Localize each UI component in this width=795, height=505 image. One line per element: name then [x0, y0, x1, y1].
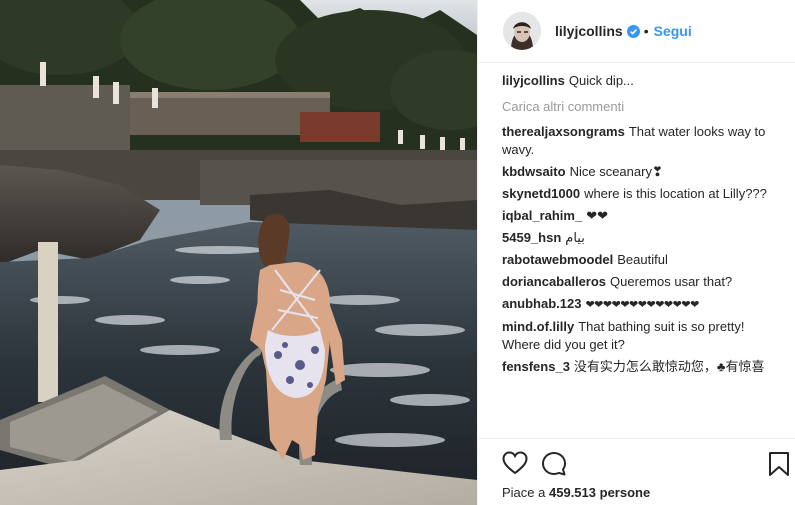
load-more-comments-button[interactable]: Carica altri commenti	[502, 99, 772, 114]
comment-username[interactable]: fensfens_3	[502, 359, 570, 374]
comments-list: lilyjcollins Quick dip... Carica altri co…	[502, 72, 772, 380]
likes-prefix: Piace a	[502, 485, 546, 500]
comment-text: Nice sceanary❣	[569, 164, 663, 179]
comment-username[interactable]: anubhab.123	[502, 296, 581, 311]
avatar-image	[503, 12, 541, 50]
comment-item: anubhab.123 ❤❤❤❤❤❤❤❤❤❤❤❤❤	[502, 295, 772, 314]
comment-username[interactable]: therealjaxsongrams	[502, 124, 625, 139]
comment-username[interactable]: skynetd1000	[502, 186, 580, 201]
heart-icon[interactable]	[502, 451, 528, 480]
post-sidebar: lilyjcollins • Segui lilyjcollins Quick d…	[477, 0, 795, 505]
comment-text: بيام	[565, 230, 585, 245]
post-caption: lilyjcollins Quick dip...	[502, 72, 772, 90]
verified-badge-icon	[626, 24, 640, 38]
post-photo[interactable]	[0, 0, 477, 505]
separator-dot: •	[643, 23, 649, 39]
comment-text: ❤❤❤❤❤❤❤❤❤❤❤❤❤	[585, 299, 699, 311]
post-header: lilyjcollins • Segui	[478, 0, 795, 63]
comment-bubble-icon[interactable]	[541, 451, 567, 482]
comment-item: doriancaballeros Queremos usar that?	[502, 273, 772, 291]
comment-item: kbdwsaito Nice sceanary❣	[502, 163, 772, 181]
follow-button[interactable]: Segui	[654, 23, 692, 39]
comment-text: where is this location at Lilly???	[584, 186, 767, 201]
bookmark-icon[interactable]	[768, 451, 790, 482]
post-actions: Piace a 459.513 persone	[478, 438, 795, 505]
comment-item: fensfens_3 没有实力怎么敢惊动您，♣有惊喜	[502, 358, 772, 376]
caption-username[interactable]: lilyjcollins	[502, 73, 565, 88]
comment-item: skynetd1000 where is this location at Lil…	[502, 185, 772, 203]
comment-text: ❤❤	[586, 208, 608, 223]
comment-username[interactable]: mind.of.lilly	[502, 319, 574, 334]
likes-suffix: persone	[599, 485, 651, 500]
post-author-username[interactable]: lilyjcollins	[555, 23, 623, 39]
comment-item: mind.of.lilly That bathing suit is so pre…	[502, 318, 772, 354]
photo-scene	[0, 0, 477, 505]
avatar[interactable]	[503, 12, 541, 50]
comment-item: 5459_hsn بيام	[502, 229, 772, 247]
comment-text: Queremos usar that?	[610, 274, 733, 289]
comment-item: iqbal_rahim_ ❤❤	[502, 207, 772, 225]
comment-username[interactable]: iqbal_rahim_	[502, 208, 582, 223]
likes-count: 459.513	[549, 485, 596, 500]
comment-item: therealjaxsongrams That water looks way t…	[502, 123, 772, 159]
comment-username[interactable]: kbdwsaito	[502, 164, 566, 179]
likes-count-text[interactable]: Piace a 459.513 persone	[502, 485, 650, 500]
comment-username[interactable]: 5459_hsn	[502, 230, 561, 245]
comment-item: rabotawebmoodel Beautiful	[502, 251, 772, 269]
comment-text: 没有实力怎么敢惊动您，♣有惊喜	[573, 359, 765, 374]
comment-text: Beautiful	[617, 252, 668, 267]
comment-username[interactable]: rabotawebmoodel	[502, 252, 613, 267]
caption-text: Quick dip...	[568, 73, 634, 88]
comment-username[interactable]: doriancaballeros	[502, 274, 606, 289]
